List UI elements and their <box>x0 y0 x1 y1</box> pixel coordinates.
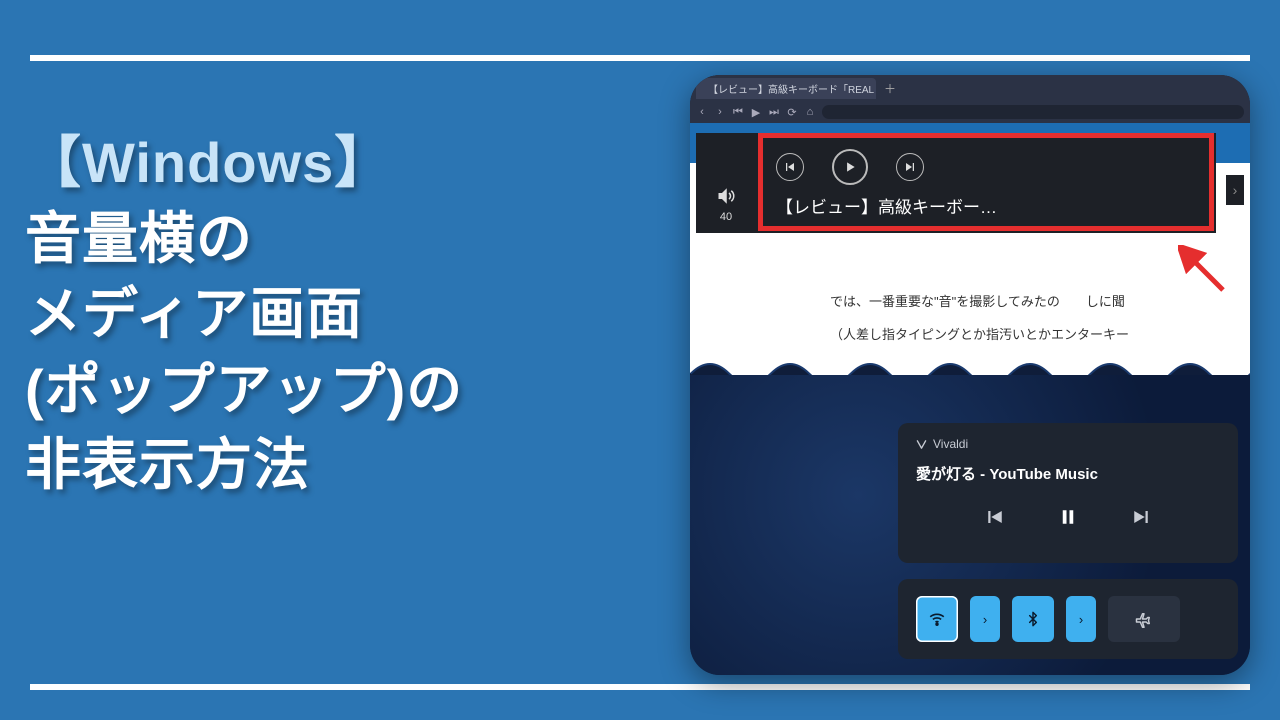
overlay-play-button[interactable] <box>832 149 868 185</box>
speaker-icon <box>717 187 735 205</box>
media-notification-card[interactable]: Vivaldi 愛が灯る - YouTube Music <box>898 423 1238 563</box>
play-media-icon[interactable]: ▶ <box>750 106 762 119</box>
overlay-media-controls: 【レビュー】高級キーボー… <box>756 133 1216 233</box>
quick-settings-panel: › › <box>898 579 1238 659</box>
new-tab-button[interactable]: ＋ <box>882 80 898 96</box>
screenshot-panel: 【レビュー】高級キーボード「REAL ＋ ‹ › ⏮ ▶ ⏭ ⟳ ⌂ 40 <box>690 75 1250 675</box>
card-prev-button[interactable] <box>986 508 1004 526</box>
card-pause-button[interactable] <box>1059 508 1077 526</box>
browser-chrome: 【レビュー】高級キーボード「REAL ＋ ‹ › ⏮ ▶ ⏭ ⟳ ⌂ <box>690 75 1250 123</box>
tab-label: 【レビュー】高級キーボード「REAL <box>708 81 874 96</box>
tab-bar: 【レビュー】高級キーボード「REAL ＋ <box>690 75 1250 101</box>
reload-button[interactable]: ⟳ <box>786 106 798 119</box>
forward-button[interactable]: › <box>714 106 726 118</box>
main-title: 【Windows】 音量横の メディア画面 (ポップアップ)の 非表示方法 <box>25 125 463 503</box>
back-button[interactable]: ‹ <box>696 106 708 118</box>
title-line3: メディア画面 <box>25 276 463 352</box>
title-line2: 音量横の <box>25 201 463 277</box>
browser-tab[interactable]: 【レビュー】高級キーボード「REAL <box>696 78 876 99</box>
title-line1: 【Windows】 <box>25 125 463 201</box>
title-line4: (ポップアップ)の <box>25 352 463 428</box>
card-next-button[interactable] <box>1132 508 1150 526</box>
wifi-toggle[interactable] <box>916 596 958 642</box>
media-app-name: Vivaldi <box>916 437 1220 451</box>
wifi-expand-button[interactable]: › <box>970 596 1000 642</box>
page-text-line2: （人差し指タイピングとか指汚いとかエンターキー <box>830 323 1250 346</box>
home-button[interactable]: ⌂ <box>804 106 816 118</box>
media-card-controls <box>916 508 1220 526</box>
arrow-annotation <box>1178 245 1228 295</box>
decorative-bar-top <box>30 55 1250 61</box>
bluetooth-expand-button[interactable]: › <box>1066 596 1096 642</box>
volume-indicator: 40 <box>696 133 756 233</box>
prev-media-icon[interactable]: ⏮ <box>732 106 744 119</box>
bluetooth-toggle[interactable] <box>1012 596 1054 642</box>
overlay-expand-button[interactable]: › <box>1226 175 1244 205</box>
decorative-bar-bottom <box>30 684 1250 690</box>
nav-bar: ‹ › ⏮ ▶ ⏭ ⟳ ⌂ <box>690 101 1250 123</box>
vivaldi-icon <box>916 439 927 450</box>
title-line5: 非表示方法 <box>25 427 463 503</box>
media-app-label: Vivaldi <box>933 437 968 451</box>
next-media-icon[interactable]: ⏭ <box>768 106 780 119</box>
overlay-next-button[interactable] <box>896 153 924 181</box>
volume-value: 40 <box>720 211 732 223</box>
overlay-media-title: 【レビュー】高級キーボー… <box>776 193 1216 218</box>
airplane-mode-toggle[interactable] <box>1108 596 1180 642</box>
address-bar[interactable] <box>822 105 1244 119</box>
volume-media-overlay: 40 【レビュー】高級キーボー… <box>696 133 1216 233</box>
media-track-title: 愛が灯る - YouTube Music <box>916 463 1220 484</box>
overlay-prev-button[interactable] <box>776 153 804 181</box>
